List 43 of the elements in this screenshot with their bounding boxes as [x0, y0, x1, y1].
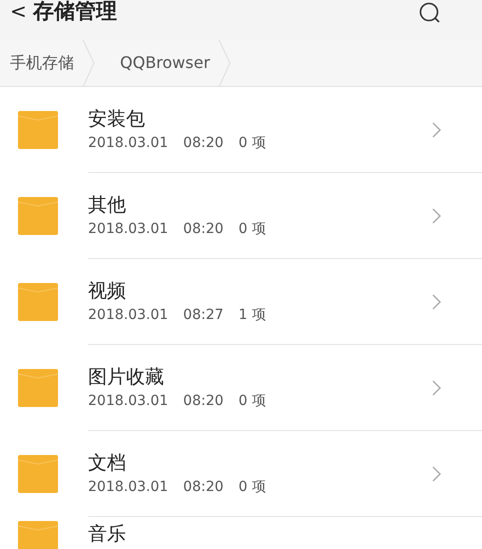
chevron-right-icon [432, 380, 442, 396]
folder-icon [18, 368, 58, 406]
item-count: 0 项 [238, 478, 266, 496]
breadcrumb-item[interactable]: QQBrowser [96, 51, 218, 75]
folder-name: 文档 [88, 450, 127, 476]
folder-row[interactable]: 其他 2018.03.01 08:20 0 项 [0, 173, 482, 258]
item-count: 0 项 [238, 134, 266, 152]
folder-icon [18, 110, 58, 148]
folder-row[interactable]: 音乐 [0, 517, 482, 549]
folder-icon [18, 521, 58, 549]
folder-name: 其他 [88, 192, 127, 218]
search-icon[interactable] [418, 2, 442, 24]
folder-time: 08:27 [183, 306, 224, 324]
folder-date: 2018.03.01 [88, 220, 168, 238]
folder-row[interactable]: 图片收藏 2018.03.01 08:20 0 项 [0, 345, 482, 430]
breadcrumb-item[interactable]: 手机存储 [0, 51, 82, 75]
folder-name: 图片收藏 [88, 364, 165, 390]
folder-name: 音乐 [88, 522, 126, 547]
folder-date: 2018.03.01 [88, 306, 168, 324]
item-count: 0 项 [238, 220, 266, 238]
folder-time: 08:20 [183, 134, 224, 152]
folder-name: 视频 [88, 278, 127, 304]
folder-icon [18, 282, 58, 320]
folder-date: 2018.03.01 [88, 134, 168, 152]
folder-name: 安装包 [88, 106, 146, 132]
chevron-right-icon [432, 294, 442, 310]
folder-time: 08:20 [183, 220, 224, 238]
back-button[interactable]: < [10, 1, 27, 21]
folder-time: 08:20 [183, 478, 224, 496]
chevron-right-icon [432, 122, 442, 138]
folder-row[interactable]: 文档 2018.03.01 08:20 0 项 [0, 431, 482, 516]
chevron-right-icon [432, 208, 442, 224]
folder-date: 2018.03.01 [88, 478, 168, 496]
folder-time: 08:20 [183, 392, 224, 410]
item-count: 0 项 [238, 392, 266, 410]
chevron-right-icon [432, 466, 442, 482]
item-count: 1 项 [238, 306, 266, 324]
folder-icon [18, 454, 58, 492]
folder-icon [18, 196, 58, 234]
folder-row[interactable]: 安装包 2018.03.01 08:20 0 项 [0, 87, 482, 172]
folder-row[interactable]: 视频 2018.03.01 08:27 1 项 [0, 259, 482, 344]
folder-date: 2018.03.01 [88, 392, 168, 410]
screen-title: 存储管理 [32, 1, 117, 22]
